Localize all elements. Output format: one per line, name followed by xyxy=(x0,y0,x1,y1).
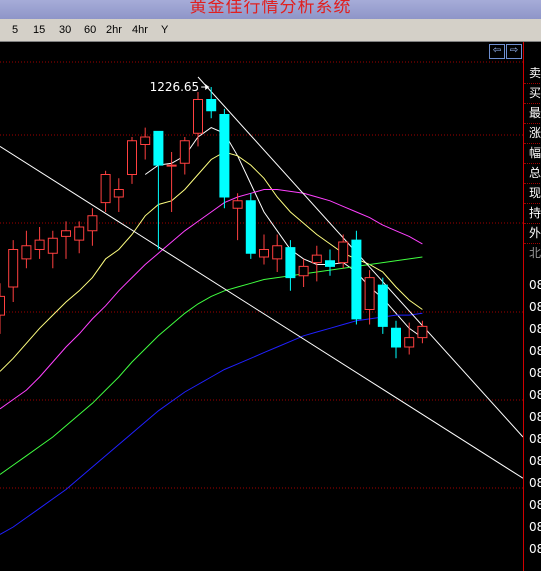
candle-down xyxy=(351,239,362,320)
candle-down xyxy=(285,247,296,279)
candle-up xyxy=(417,325,428,339)
candlestick-chart: 1226.65 xyxy=(0,61,523,535)
candle-up xyxy=(338,241,349,264)
price-axis-tick: 08 xyxy=(529,520,541,534)
candle-up xyxy=(113,189,124,198)
candle-up xyxy=(166,164,177,167)
period-60[interactable]: 60 xyxy=(84,24,96,36)
candle-up xyxy=(364,277,375,310)
quote-label-6: 现 xyxy=(529,186,541,200)
candle-up xyxy=(87,215,98,232)
candle-down xyxy=(245,200,256,254)
quote-label-7: 持 xyxy=(529,206,541,220)
candle-up xyxy=(100,174,111,204)
price-axis-tick: 08 xyxy=(529,300,541,314)
candle-up xyxy=(140,136,151,145)
quote-panel: 卖买最涨幅总现持外北 08 08 08 08 08 08 08 08 08 08 08 08 08 xyxy=(523,42,541,571)
scroll-right-icon[interactable]: ⇨ xyxy=(506,44,522,59)
price-axis-tick: 08 xyxy=(529,344,541,358)
quote-label-5: 总 xyxy=(529,166,541,180)
price-axis-tick: 08 xyxy=(529,476,541,490)
period-5[interactable]: 5 xyxy=(12,24,18,36)
price-axis-tick: 08 xyxy=(529,542,541,556)
scroll-left-icon[interactable]: ⇦ xyxy=(489,44,505,59)
candle-down xyxy=(219,114,230,198)
period-y[interactable]: Y xyxy=(161,24,168,36)
quote-label-0: 卖 xyxy=(529,66,541,80)
candle-up xyxy=(74,226,85,241)
candle-up xyxy=(259,249,269,258)
price-axis-tick: 08 xyxy=(529,322,541,336)
candle-up xyxy=(232,200,243,209)
chart-area[interactable]: 1226.65 xyxy=(0,42,523,571)
price-axis-tick: 08 xyxy=(529,454,541,468)
candle-down xyxy=(206,99,217,112)
candle-up xyxy=(404,337,415,348)
price-axis-tick: 08 xyxy=(529,366,541,380)
candle-up xyxy=(298,265,309,277)
quote-label-3: 涨 xyxy=(529,126,541,140)
moving-average-line xyxy=(0,312,423,535)
candle-up xyxy=(272,245,283,260)
quote-label-8: 外 xyxy=(529,226,541,240)
candle-up xyxy=(311,254,322,264)
quote-label-2: 最 xyxy=(529,106,541,120)
candle-up xyxy=(193,99,203,134)
candle-up xyxy=(47,237,58,254)
price-axis-tick: 08 xyxy=(529,388,541,402)
candle-up xyxy=(21,245,32,260)
high-price-label: 1226.65 xyxy=(150,80,200,94)
candle-down xyxy=(391,327,401,348)
quote-label-9: 北 xyxy=(529,246,541,260)
quote-label-1: 买 xyxy=(529,86,541,100)
period-2hr[interactable]: 2hr xyxy=(106,24,122,36)
candle-down xyxy=(153,130,164,166)
price-axis-tick: 08 xyxy=(529,498,541,512)
title-bar: 黄金佳行情分析系统 xyxy=(0,0,541,19)
candle-up xyxy=(179,140,190,164)
candle-down xyxy=(325,260,335,267)
quote-label-4: 幅 xyxy=(529,146,541,160)
candle-up xyxy=(61,230,71,237)
candle-up xyxy=(127,140,137,175)
candle-down xyxy=(377,284,388,327)
period-4hr[interactable]: 4hr xyxy=(132,24,148,36)
price-axis-tick: 08 xyxy=(529,278,541,292)
candle-up xyxy=(8,249,19,288)
period-30[interactable]: 30 xyxy=(59,24,71,36)
period-15[interactable]: 15 xyxy=(33,24,45,36)
price-axis-tick: 08 xyxy=(529,432,541,446)
app-title: 黄金佳行情分析系统 xyxy=(189,0,352,17)
price-axis-tick: 08 xyxy=(529,410,541,424)
candle-up xyxy=(34,239,45,250)
candle-up xyxy=(0,295,5,316)
period-toolbar: 5 15 30 60 2hr 4hr Y xyxy=(0,19,541,42)
